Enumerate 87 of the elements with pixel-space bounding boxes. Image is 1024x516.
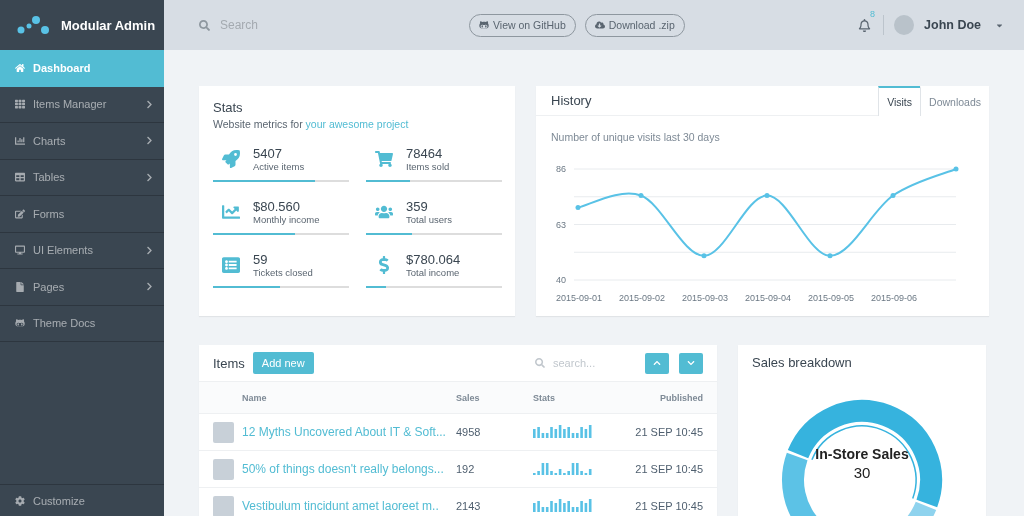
file-icon bbox=[15, 281, 25, 292]
chart-point bbox=[764, 193, 770, 199]
chart-point bbox=[575, 205, 581, 211]
stat-label: Tickets closed bbox=[253, 267, 313, 278]
settings-icon bbox=[15, 495, 25, 506]
column-header: Published bbox=[659, 392, 703, 403]
chart-point bbox=[638, 193, 644, 199]
axis-label: 40 bbox=[556, 275, 566, 285]
rocket-icon bbox=[222, 150, 240, 168]
item-link[interactable]: Vestibulum tincidunt amet laoreet m.. bbox=[242, 499, 456, 513]
chart-point bbox=[890, 193, 896, 199]
sparkline-drawing bbox=[533, 496, 593, 512]
table-cell-text: 21 SEP 10:45 bbox=[634, 463, 703, 475]
photo-placeholder bbox=[213, 495, 234, 516]
bar-chart-icon bbox=[15, 135, 25, 146]
brand-name: Modular Admin bbox=[61, 17, 156, 33]
axis-label: 2015-09-05 bbox=[808, 293, 855, 303]
notification-icon[interactable] bbox=[858, 18, 872, 32]
stat-value: 78464 bbox=[406, 146, 444, 161]
card-title: History bbox=[551, 93, 592, 108]
chart-point bbox=[701, 253, 707, 259]
stat-label: Monthly income bbox=[253, 214, 320, 225]
card-title: Items bbox=[213, 355, 245, 371]
table-icon bbox=[15, 172, 25, 183]
table-cell-text: 2143 bbox=[456, 500, 482, 512]
column-header: Name bbox=[242, 392, 268, 403]
item-link[interactable]: 12 Myths Uncovered About IT & Soft... bbox=[242, 425, 456, 439]
notification-count: 8 bbox=[870, 9, 876, 19]
photo-placeholder bbox=[213, 421, 234, 443]
monitor-icon bbox=[15, 245, 25, 256]
donut-label: In-Store Sales bbox=[814, 446, 910, 462]
axis-label: 2015-09-04 bbox=[745, 293, 792, 303]
user-name[interactable]: John Doe bbox=[924, 18, 981, 32]
stat-label: Total users bbox=[406, 214, 452, 225]
users-icon bbox=[375, 203, 393, 221]
tab[interactable]: Downloads bbox=[920, 86, 989, 116]
axis-label: 2015-09-01 bbox=[556, 293, 603, 303]
donut-value: 30 bbox=[852, 464, 872, 481]
table-cell-text: 192 bbox=[456, 463, 476, 475]
card-subtitle: Website metrics for your awesome project bbox=[213, 118, 410, 130]
stat-value: 359 bbox=[406, 199, 429, 214]
add-button[interactable]: Add new bbox=[252, 352, 314, 374]
item-link[interactable]: 50% of things doesn't really belongs... bbox=[242, 462, 456, 476]
photo-placeholder bbox=[213, 458, 234, 480]
card-title: Sales breakdown bbox=[751, 354, 853, 372]
cat-icon bbox=[15, 318, 25, 329]
chart-subtitle: Number of unique visits last 30 days bbox=[550, 130, 721, 145]
axis-label: 2015-09-03 bbox=[682, 293, 729, 303]
axis-label: 63 bbox=[556, 219, 566, 230]
axis-label: 2015-09-02 bbox=[619, 293, 666, 303]
sidebar-item[interactable]: Dashboard bbox=[0, 50, 164, 87]
axis-label: 2015-09-06 bbox=[871, 293, 918, 303]
edit-icon bbox=[15, 208, 25, 219]
sort-down-button[interactable] bbox=[679, 352, 703, 374]
chart-point bbox=[827, 253, 833, 259]
logo-icon bbox=[17, 15, 51, 35]
sort-up-button[interactable] bbox=[645, 352, 669, 374]
cart-icon bbox=[375, 150, 393, 168]
axis-label: 86 bbox=[556, 164, 566, 174]
cloud-download-icon bbox=[594, 20, 605, 30]
chart-point bbox=[953, 166, 959, 172]
stat-value: 59 bbox=[253, 252, 269, 267]
stat-label: Total income bbox=[406, 267, 461, 278]
tab[interactable]: Visits bbox=[878, 86, 921, 116]
stat-value: $780.064 bbox=[406, 252, 461, 267]
column-header: Sales bbox=[456, 392, 481, 403]
home-icon bbox=[15, 62, 25, 73]
project-link[interactable]: your awesome project bbox=[305, 118, 409, 130]
search-icon bbox=[535, 358, 545, 368]
stat-value: $80.560 bbox=[253, 199, 301, 214]
stat-label: Active items bbox=[253, 161, 305, 172]
chevron-up-icon bbox=[653, 359, 661, 367]
line-chart-icon bbox=[222, 203, 240, 221]
list-icon bbox=[222, 256, 240, 274]
table-cell-text: 21 SEP 10:45 bbox=[634, 500, 703, 512]
search-icon bbox=[199, 19, 210, 31]
stat-label: Items sold bbox=[406, 161, 450, 172]
cat-icon bbox=[479, 20, 489, 30]
table-cell-text: 21 SEP 10:45 bbox=[634, 426, 703, 438]
sparkline-drawing bbox=[533, 422, 593, 438]
chevron-down-icon bbox=[687, 359, 695, 367]
avatar[interactable] bbox=[894, 15, 915, 35]
table-cell-text: 4958 bbox=[456, 426, 482, 438]
grid-icon bbox=[15, 99, 25, 110]
stat-value: 5407 bbox=[253, 146, 283, 161]
card-title: Stats bbox=[213, 100, 244, 115]
column-header: Stats bbox=[533, 392, 556, 403]
